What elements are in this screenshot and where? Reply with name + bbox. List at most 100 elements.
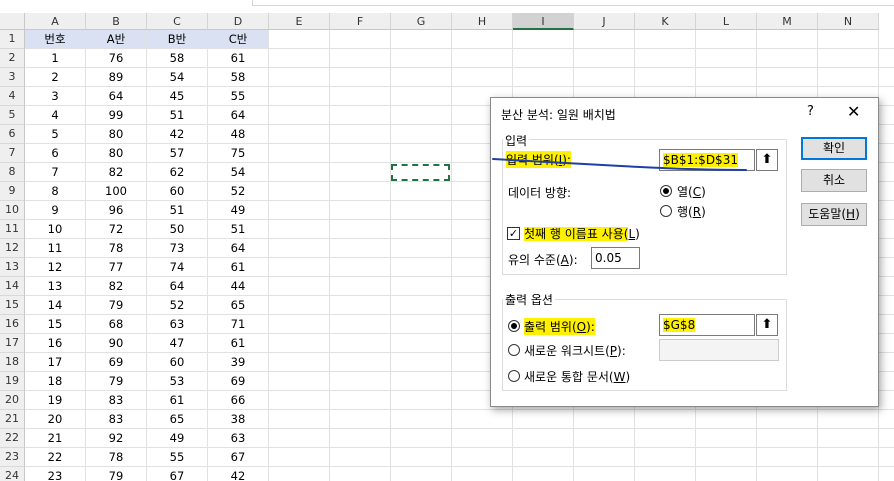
column-header-j[interactable]: J — [574, 13, 635, 30]
table-cell[interactable]: 2 — [25, 68, 85, 86]
table-cell[interactable]: 90 — [86, 334, 146, 352]
table-cell[interactable]: 55 — [208, 87, 268, 105]
table-cell[interactable]: 4 — [25, 106, 85, 124]
table-cell[interactable]: 63 — [147, 315, 207, 333]
direction-columns-label[interactable]: 열(C) — [677, 183, 706, 200]
column-header-l[interactable]: L — [696, 13, 757, 30]
table-cell[interactable]: 71 — [208, 315, 268, 333]
table-header-cell[interactable]: 번호 — [25, 30, 85, 48]
row-header-5[interactable]: 5 — [0, 106, 25, 125]
table-cell[interactable]: 60 — [147, 353, 207, 371]
new-workbook-label[interactable]: 새로운 통합 문서(W) — [524, 368, 630, 385]
table-cell[interactable]: 45 — [147, 87, 207, 105]
table-cell[interactable]: 75 — [208, 144, 268, 162]
table-cell[interactable]: 68 — [86, 315, 146, 333]
row-header-8[interactable]: 8 — [0, 163, 25, 182]
column-header-i[interactable]: I — [513, 13, 574, 30]
table-cell[interactable]: 66 — [208, 391, 268, 409]
table-cell[interactable]: 73 — [147, 239, 207, 257]
table-cell[interactable]: 100 — [86, 182, 146, 200]
help-icon[interactable]: ? — [807, 104, 814, 119]
table-cell[interactable]: 44 — [208, 277, 268, 295]
output-range-radio[interactable] — [508, 320, 520, 332]
row-header-15[interactable]: 15 — [0, 296, 25, 315]
table-cell[interactable]: 20 — [25, 410, 85, 428]
row-header-7[interactable]: 7 — [0, 144, 25, 163]
output-range-collapse-icon[interactable]: ⬆ — [756, 314, 778, 336]
table-cell[interactable]: 83 — [86, 391, 146, 409]
output-range-label[interactable]: 출력 범위(O): — [524, 318, 595, 335]
table-cell[interactable]: 12 — [25, 258, 85, 276]
help-button[interactable]: 도움말(H) — [801, 203, 867, 226]
table-cell[interactable]: 76 — [86, 49, 146, 67]
table-cell[interactable]: 53 — [147, 372, 207, 390]
table-cell[interactable]: 52 — [208, 182, 268, 200]
row-header-12[interactable]: 12 — [0, 239, 25, 258]
row-header-22[interactable]: 22 — [0, 429, 25, 448]
table-cell[interactable]: 78 — [86, 448, 146, 466]
table-cell[interactable]: 47 — [147, 334, 207, 352]
table-cell[interactable]: 67 — [208, 448, 268, 466]
row-header-1[interactable]: 1 — [0, 30, 25, 49]
table-cell[interactable]: 51 — [208, 220, 268, 238]
table-cell[interactable]: 79 — [86, 372, 146, 390]
table-cell[interactable]: 60 — [147, 182, 207, 200]
table-cell[interactable]: 72 — [86, 220, 146, 238]
table-cell[interactable]: 92 — [86, 429, 146, 447]
table-cell[interactable]: 49 — [208, 201, 268, 219]
table-cell[interactable]: 80 — [86, 144, 146, 162]
row-header-19[interactable]: 19 — [0, 372, 25, 391]
table-cell[interactable]: 21 — [25, 429, 85, 447]
row-header-10[interactable]: 10 — [0, 201, 25, 220]
column-header-d[interactable]: D — [208, 13, 269, 30]
table-cell[interactable]: 3 — [25, 87, 85, 105]
ok-button[interactable]: 확인 — [801, 137, 867, 160]
output-range-field[interactable]: $G$8 — [659, 314, 755, 336]
table-cell[interactable]: 17 — [25, 353, 85, 371]
table-cell[interactable]: 63 — [208, 429, 268, 447]
table-cell[interactable]: 50 — [147, 220, 207, 238]
column-header-h[interactable]: H — [452, 13, 513, 30]
table-cell[interactable]: 19 — [25, 391, 85, 409]
new-worksheet-radio[interactable] — [508, 344, 520, 356]
table-cell[interactable]: 58 — [147, 49, 207, 67]
row-header-4[interactable]: 4 — [0, 87, 25, 106]
column-header-e[interactable]: E — [269, 13, 330, 30]
table-cell[interactable]: 57 — [147, 144, 207, 162]
table-cell[interactable]: 96 — [86, 201, 146, 219]
anova-dialog[interactable]: 분산 분석: 일원 배치법 ? ✕ 입력 입력 범위(I): $B$1:$D$3… — [490, 97, 879, 407]
table-cell[interactable]: 54 — [147, 68, 207, 86]
table-cell[interactable]: 54 — [208, 163, 268, 181]
table-header-cell[interactable]: C반 — [208, 30, 268, 48]
table-cell[interactable]: 9 — [25, 201, 85, 219]
table-cell[interactable]: 78 — [86, 239, 146, 257]
table-cell[interactable]: 61 — [147, 391, 207, 409]
table-cell[interactable]: 1 — [25, 49, 85, 67]
table-cell[interactable]: 65 — [208, 296, 268, 314]
table-cell[interactable]: 69 — [208, 372, 268, 390]
table-cell[interactable]: 11 — [25, 239, 85, 257]
table-cell[interactable]: 61 — [208, 258, 268, 276]
table-cell[interactable]: 15 — [25, 315, 85, 333]
column-header-a[interactable]: A — [25, 13, 86, 30]
row-header-18[interactable]: 18 — [0, 353, 25, 372]
table-cell[interactable]: 42 — [208, 467, 268, 481]
row-header-2[interactable]: 2 — [0, 49, 25, 68]
column-header-f[interactable]: F — [330, 13, 391, 30]
direction-columns-radio[interactable] — [660, 185, 672, 197]
row-header-20[interactable]: 20 — [0, 391, 25, 410]
table-cell[interactable]: 42 — [147, 125, 207, 143]
row-header-23[interactable]: 23 — [0, 448, 25, 467]
table-cell[interactable]: 58 — [208, 68, 268, 86]
column-header-c[interactable]: C — [147, 13, 208, 30]
table-cell[interactable]: 49 — [147, 429, 207, 447]
table-header-cell[interactable]: A반 — [86, 30, 146, 48]
table-cell[interactable]: 23 — [25, 467, 85, 481]
direction-rows-label[interactable]: 행(R) — [677, 203, 706, 220]
table-cell[interactable]: 99 — [86, 106, 146, 124]
row-header-17[interactable]: 17 — [0, 334, 25, 353]
new-workbook-radio[interactable] — [508, 370, 520, 382]
table-cell[interactable]: 8 — [25, 182, 85, 200]
table-cell[interactable]: 79 — [86, 467, 146, 481]
column-header-n[interactable]: N — [818, 13, 879, 30]
